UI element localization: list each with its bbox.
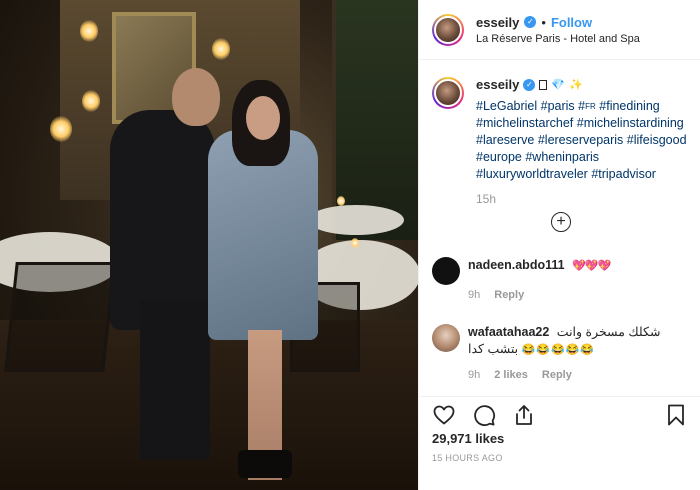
post-location[interactable]: La Réserve Paris - Hotel and Spa: [476, 33, 640, 45]
post-side-panel: esseily ✓ • Follow La Réserve Paris - Ho…: [418, 0, 700, 490]
post-photo[interactable]: [0, 0, 418, 490]
hashtag-link[interactable]: #luxuryworldtraveler #tripadvisor: [476, 166, 688, 183]
table-lamp: [50, 116, 72, 142]
comment-item: wafaatahaa22 شكلك مسخرة وانت بتشب كدا 😂😂…: [432, 324, 694, 381]
author-avatar[interactable]: [432, 13, 464, 46]
like-count[interactable]: 29,971 likes: [432, 431, 504, 446]
window: [332, 0, 418, 240]
man-figure: [110, 110, 215, 330]
candle: [337, 196, 345, 206]
man-head: [172, 68, 220, 126]
sparkle-emoji: ✨: [569, 79, 583, 91]
comment-text: 💖💖💖: [572, 260, 611, 272]
separator-dot: •: [541, 14, 546, 30]
caption-hashtags: #LeGabriel #paris #FR #finedining #miche…: [476, 98, 688, 183]
comment-icon[interactable]: [472, 403, 496, 427]
laughing-emojis: 😂😂😂😂😂: [521, 344, 596, 356]
woman-face: [246, 96, 280, 140]
post-caption: esseily ✓ 💎 ✨ #LeGabriel #paris #FR #fin…: [432, 77, 694, 206]
shoes: [238, 450, 292, 478]
comment-likes[interactable]: 2 likes: [494, 369, 528, 381]
hashtag-link[interactable]: #europe #wheninparis: [476, 149, 688, 166]
author-username[interactable]: esseily: [476, 15, 519, 30]
hashtag-link[interactable]: #lareserve #lereserveparis #lifeisgood: [476, 132, 688, 149]
post-header: esseily ✓ • Follow La Réserve Paris - Ho…: [419, 0, 700, 60]
gem-emoji: 💎: [551, 79, 566, 91]
man-legs: [140, 300, 210, 460]
heart-icon[interactable]: [432, 403, 456, 427]
fr-flag: FR: [585, 102, 596, 112]
verified-badge-icon: ✓: [523, 78, 536, 91]
add-comment-icon[interactable]: +: [551, 212, 571, 232]
instagram-post: esseily ✓ • Follow La Réserve Paris - Ho…: [0, 0, 700, 490]
wall-sconce: [212, 38, 230, 60]
hashtag-link[interactable]: #finedining: [599, 99, 659, 113]
bookmark-icon[interactable]: [664, 403, 688, 427]
hashtag-link[interactable]: #michelinstarchef #michelinstardining: [476, 115, 688, 132]
caption-username[interactable]: esseily: [476, 77, 519, 92]
post-actions: 29,971 likes 15 HOURS AGO: [419, 396, 700, 490]
comment-text: شكلك مسخرة وانت: [556, 325, 661, 339]
comment-avatar[interactable]: [432, 257, 460, 285]
caption-time: 15h: [476, 192, 497, 207]
reply-button[interactable]: Reply: [542, 369, 572, 381]
wall-sconce: [82, 90, 100, 112]
comment-time: 9h: [468, 369, 481, 381]
emoji-glyph: [539, 79, 548, 90]
hashtag-link[interactable]: #LeGabriel #paris #: [476, 99, 585, 113]
candle: [351, 238, 359, 248]
chair: [4, 262, 116, 372]
comment-username[interactable]: wafaatahaa22: [468, 325, 549, 339]
comment-avatar[interactable]: [432, 324, 460, 352]
comment-text-line2: بتشب كدا: [468, 342, 519, 356]
comments-section: esseily ✓ 💎 ✨ #LeGabriel #paris #FR #fin…: [419, 60, 700, 396]
caption-avatar[interactable]: [432, 77, 464, 109]
post-timestamp: 15 HOURS AGO: [432, 453, 503, 463]
wall-sconce: [80, 20, 98, 42]
share-icon[interactable]: [512, 403, 536, 427]
verified-badge-icon: ✓: [524, 16, 537, 28]
dining-table: [308, 205, 404, 235]
comment-time: 9h: [468, 289, 481, 301]
comment-item: nadeen.abdo111 💖💖💖 9h Reply: [432, 257, 694, 301]
reply-button[interactable]: Reply: [494, 289, 524, 301]
follow-button[interactable]: Follow: [551, 15, 592, 30]
comment-username[interactable]: nadeen.abdo111: [468, 258, 565, 272]
